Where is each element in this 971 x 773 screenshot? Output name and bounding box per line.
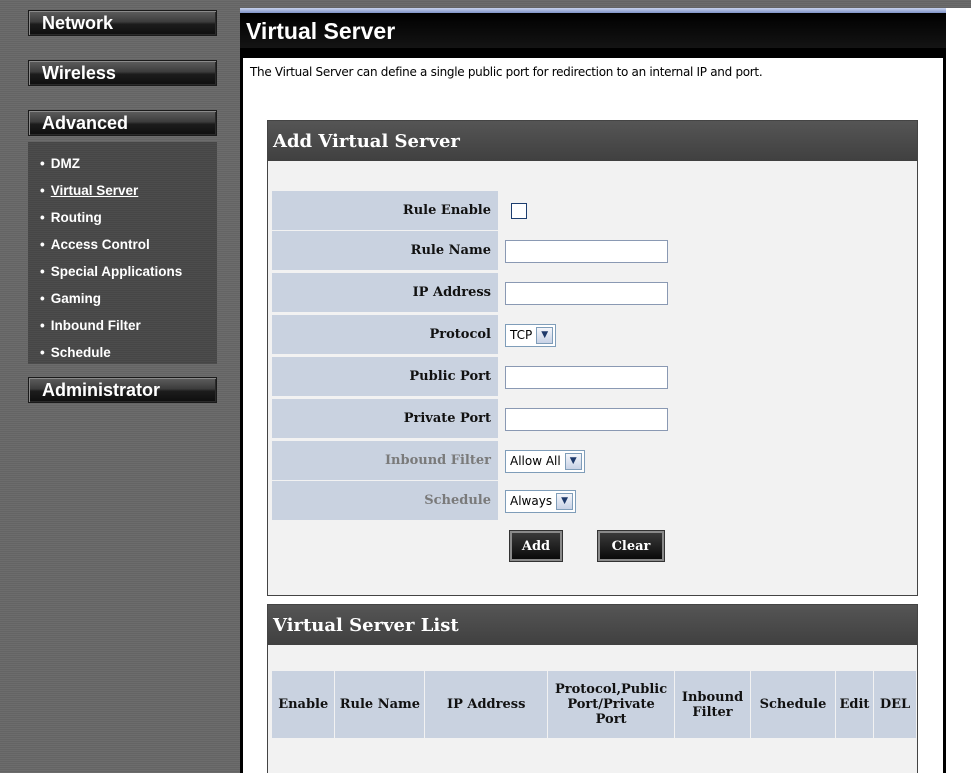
add-button[interactable]: Add xyxy=(509,530,563,562)
right-edge-strip xyxy=(946,8,971,773)
protocol-select[interactable]: TCP ▼ xyxy=(505,323,557,347)
bullet-icon: • xyxy=(40,183,45,198)
bullet-icon: • xyxy=(40,318,45,333)
inbound-filter-select[interactable]: Allow All ▼ xyxy=(505,449,585,473)
nav-network-button[interactable]: Network xyxy=(28,10,217,36)
protocol-label: Protocol xyxy=(272,315,498,355)
chevron-down-icon[interactable]: ▼ xyxy=(556,492,574,510)
content-area: The Virtual Server can define a single p… xyxy=(243,58,943,773)
rule-enable-checkbox[interactable] xyxy=(511,203,527,219)
chevron-down-icon[interactable]: ▼ xyxy=(564,452,582,470)
private-port-label: Private Port xyxy=(272,399,498,439)
col-enable: Enable xyxy=(272,671,336,738)
bullet-icon: • xyxy=(40,345,45,360)
sidebar-item-label: Schedule xyxy=(50,345,111,360)
virtual-server-list-table: Enable Rule Name IP Address Protocol,Pub… xyxy=(272,671,918,738)
rule-name-label: Rule Name xyxy=(272,231,498,271)
page-title: Virtual Server xyxy=(240,13,946,48)
sidebar-item-schedule[interactable]: • Schedule xyxy=(28,339,217,366)
rule-name-row: Rule Name xyxy=(268,231,919,271)
table-header-row: Enable Rule Name IP Address Protocol,Pub… xyxy=(272,671,918,738)
bullet-icon: • xyxy=(40,264,45,279)
schedule-select[interactable]: Always ▼ xyxy=(505,489,577,513)
page-description: The Virtual Server can define a single p… xyxy=(250,65,763,79)
private-port-row: Private Port xyxy=(268,399,919,439)
ip-address-row: IP Address xyxy=(268,273,919,313)
add-virtual-server-title: Add Virtual Server xyxy=(268,121,917,161)
inbound-filter-select-value: Allow All xyxy=(510,454,561,468)
sidebar-item-gaming[interactable]: • Gaming xyxy=(28,285,217,312)
rule-enable-row: Rule Enable xyxy=(268,191,919,231)
public-port-label: Public Port xyxy=(272,357,498,397)
protocol-select-value: TCP xyxy=(510,328,533,342)
sidebar-item-dmz[interactable]: • DMZ xyxy=(28,150,217,177)
sidebar-item-virtual-server[interactable]: • Virtual Server xyxy=(28,177,217,204)
sidebar-item-label: Access Control xyxy=(50,237,150,252)
inbound-filter-label: Inbound Filter xyxy=(272,441,498,481)
add-virtual-server-panel: Add Virtual Server Rule Enable Rule Name… xyxy=(267,120,918,596)
nav-administrator-button[interactable]: Administrator xyxy=(28,377,217,403)
bullet-icon: • xyxy=(40,291,45,306)
col-inbound-filter: Inbound Filter xyxy=(674,671,752,738)
sidebar-item-label: DMZ xyxy=(50,156,80,171)
schedule-label: Schedule xyxy=(272,481,498,521)
col-del: DEL xyxy=(873,671,918,738)
sidebar-item-label: Special Applications xyxy=(50,264,183,279)
sidebar-item-label: Virtual Server xyxy=(50,183,139,198)
bullet-icon: • xyxy=(40,156,45,171)
sidebar-item-label: Inbound Filter xyxy=(50,318,141,333)
ip-address-label: IP Address xyxy=(272,273,498,313)
virtual-server-list-title: Virtual Server List xyxy=(268,605,917,645)
sidebar-item-label: Gaming xyxy=(50,291,101,306)
nav-advanced-button[interactable]: Advanced xyxy=(28,110,217,136)
rule-enable-label: Rule Enable xyxy=(272,191,498,231)
sidebar-item-special-applications[interactable]: • Special Applications xyxy=(28,258,217,285)
col-schedule: Schedule xyxy=(750,671,836,738)
sidebar-item-inbound-filter[interactable]: • Inbound Filter xyxy=(28,312,217,339)
bullet-icon: • xyxy=(40,210,45,225)
chevron-down-icon[interactable]: ▼ xyxy=(536,326,554,344)
sidebar-item-label: Routing xyxy=(50,210,102,225)
col-edit: Edit xyxy=(835,671,874,738)
public-port-input[interactable] xyxy=(505,365,668,389)
main-area: Virtual Server The Virtual Server can de… xyxy=(240,8,946,773)
clear-button[interactable]: Clear xyxy=(597,530,665,562)
virtual-server-list-panel: Virtual Server List Enable Rule Name IP … xyxy=(267,604,918,773)
public-port-row: Public Port xyxy=(268,357,919,397)
inbound-filter-row: Inbound Filter Allow All ▼ xyxy=(268,441,919,481)
sidebar-item-access-control[interactable]: • Access Control xyxy=(28,231,217,258)
nav-wireless-button[interactable]: Wireless xyxy=(28,60,217,86)
schedule-row: Schedule Always ▼ xyxy=(268,481,919,521)
ip-address-input[interactable] xyxy=(505,281,668,305)
col-rule-name: Rule Name xyxy=(334,671,426,738)
rule-name-input[interactable] xyxy=(505,239,668,263)
col-ip-address: IP Address xyxy=(424,671,549,738)
bullet-icon: • xyxy=(40,237,45,252)
private-port-input[interactable] xyxy=(505,407,668,431)
protocol-row: Protocol TCP ▼ xyxy=(268,315,919,355)
sidebar-item-routing[interactable]: • Routing xyxy=(28,204,217,231)
schedule-select-value: Always xyxy=(510,494,553,508)
advanced-submenu: • DMZ • Virtual Server • Routing • Access Co… xyxy=(28,142,217,364)
col-protocol-ports: Protocol,Public Port/Private Port xyxy=(547,671,676,738)
